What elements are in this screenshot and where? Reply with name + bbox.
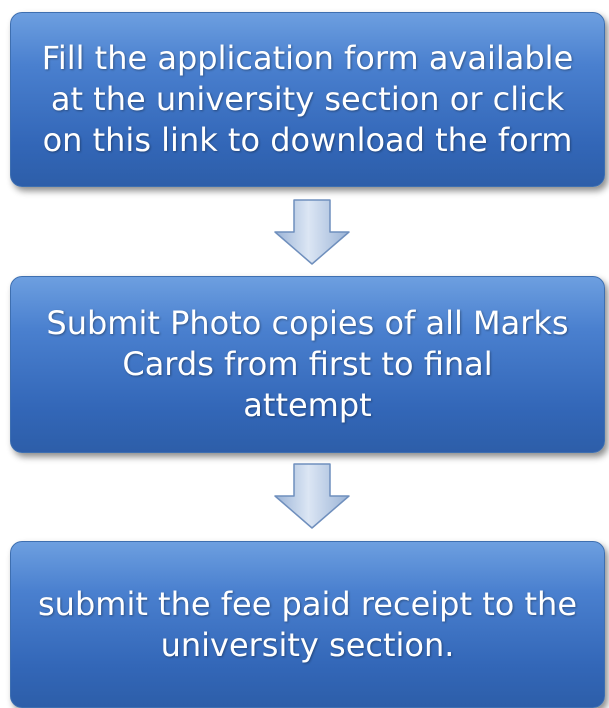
step-1-box: Fill the application form available at t… bbox=[10, 12, 605, 187]
flow-diagram: Fill the application form available at t… bbox=[0, 0, 609, 708]
step-3-text: submit the fee paid receipt to the unive… bbox=[38, 584, 577, 664]
step-2-box: Submit Photo copies of all Marks Cards f… bbox=[10, 276, 605, 453]
down-arrow-icon bbox=[274, 463, 350, 529]
down-arrow-icon bbox=[274, 199, 350, 265]
step-3-box: submit the fee paid receipt to the unive… bbox=[10, 541, 605, 708]
step-2-text: Submit Photo copies of all Marks Cards f… bbox=[46, 304, 569, 424]
step-1-text: Fill the application form available at t… bbox=[41, 39, 574, 159]
